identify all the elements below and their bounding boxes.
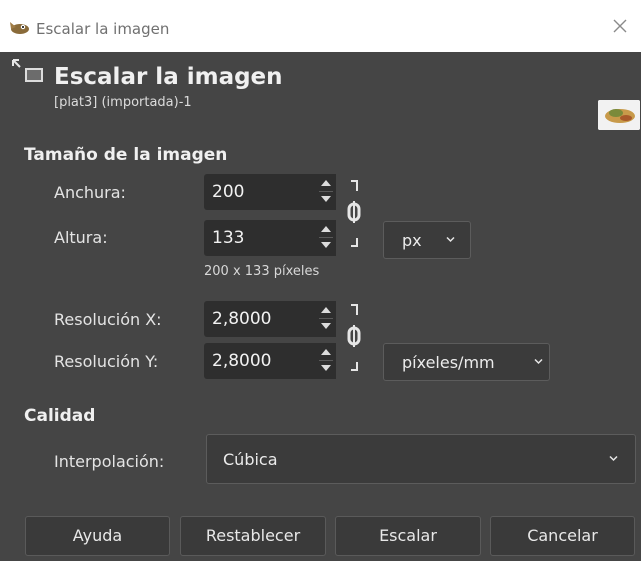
resolution-y-label: Resolución Y: [54, 352, 159, 371]
height-spinner-arrows [316, 220, 336, 256]
resolution-x-label: Resolución X: [54, 310, 162, 329]
scale-image-icon [12, 59, 43, 82]
decrement-icon[interactable] [321, 365, 331, 371]
width-value[interactable]: 200 [212, 182, 244, 202]
window-titlebar: Escalar la imagen [0, 0, 641, 52]
decrement-icon[interactable] [321, 323, 331, 329]
increment-icon[interactable] [321, 226, 331, 232]
image-size-section-title: Tamaño de la imagen [24, 145, 228, 165]
width-spinner[interactable]: 200 [204, 174, 336, 210]
resolution-x-spinner-arrows [316, 301, 336, 337]
image-name: [plat3] (importada)-1 [54, 95, 192, 110]
chevron-down-icon [534, 358, 543, 365]
resolution-x-value[interactable]: 2,8000 [212, 309, 271, 329]
window-title: Escalar la imagen [36, 20, 170, 38]
increment-icon[interactable] [321, 349, 331, 355]
resolution-unit-value: píxeles/mm [402, 353, 495, 372]
interpolation-dropdown[interactable]: Cúbica [206, 434, 636, 484]
cancel-button[interactable]: Cancelar [490, 516, 635, 556]
increment-icon[interactable] [321, 307, 331, 313]
scale-button[interactable]: Escalar [335, 516, 481, 556]
help-button[interactable]: Ayuda [25, 516, 170, 556]
chain-link-icon[interactable] [344, 300, 366, 380]
resolution-y-value[interactable]: 2,8000 [212, 351, 271, 371]
pixel-dimensions-info: 200 x 133 píxeles [204, 264, 320, 279]
quality-section-title: Calidad [24, 406, 96, 426]
chevron-down-icon [609, 455, 618, 462]
resolution-x-spinner[interactable]: 2,8000 [204, 301, 336, 337]
reset-button[interactable]: Restablecer [180, 516, 326, 556]
spinner-divider [319, 318, 333, 319]
height-value[interactable]: 133 [212, 228, 244, 248]
dialog-title: Escalar la imagen [54, 64, 283, 90]
close-icon[interactable] [608, 14, 632, 38]
chain-link-icon[interactable] [344, 176, 366, 256]
gimp-app-icon [10, 22, 29, 34]
interpolation-label: Interpolación: [54, 452, 165, 471]
size-unit-dropdown[interactable]: px [383, 221, 471, 259]
width-label: Anchura: [54, 183, 126, 202]
height-spinner[interactable]: 133 [204, 220, 336, 256]
resolution-y-spinner[interactable]: 2,8000 [204, 343, 336, 379]
resolution-y-spinner-arrows [316, 343, 336, 379]
spinner-divider [319, 191, 333, 192]
increment-icon[interactable] [321, 180, 331, 186]
resolution-unit-dropdown[interactable]: píxeles/mm [383, 343, 550, 381]
decrement-icon[interactable] [321, 196, 331, 202]
size-unit-value: px [402, 231, 422, 250]
spinner-divider [319, 237, 333, 238]
spinner-divider [319, 360, 333, 361]
chevron-down-icon [446, 236, 455, 243]
interpolation-value: Cúbica [223, 450, 278, 469]
image-thumbnail [598, 100, 640, 130]
decrement-icon[interactable] [321, 242, 331, 248]
width-spinner-arrows [316, 174, 336, 210]
height-label: Altura: [54, 228, 108, 247]
